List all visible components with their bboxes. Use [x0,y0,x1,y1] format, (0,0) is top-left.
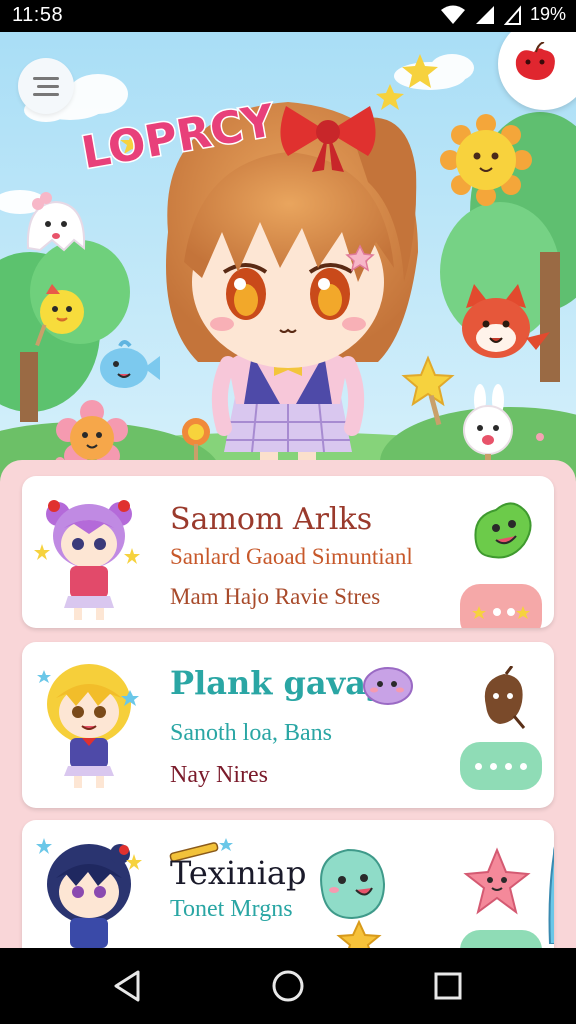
chibi-avatar-navy [36,838,142,948]
status-icons: 19% [440,4,566,25]
list-item-card-3[interactable]: Texiniap Tonet Mrgns [22,820,554,948]
battery-percent: 19% [529,4,566,24]
more-button[interactable] [460,930,542,948]
star-dots-icon [472,606,530,619]
card-title: Texiniap [170,854,307,892]
card-title: Plank gavay [170,664,385,702]
list-item-card-2[interactable]: Plank gavay Sanoth loa, Bans Nay Nires [22,642,554,808]
more-button[interactable] [460,742,542,790]
chibi-avatar-purple [34,500,140,620]
logo-text: LOPRCY [78,95,276,179]
teal-blob-mascot-icon [320,848,386,920]
status-bar: 11:58 19% [0,0,576,32]
card-subtitle: Sanlard Gaoad Simuntianl [170,544,413,569]
hamburger-menu-icon [33,77,59,96]
blue-creature-mascot-icon [548,846,554,944]
yellow-star-icon [336,920,382,948]
menu-button[interactable] [18,58,74,114]
purple-blob-mascot-icon [363,667,413,705]
system-navigation-bar [0,948,576,1024]
home-circle-icon[interactable] [268,966,308,1006]
signal-2-icon [503,4,521,25]
more-button[interactable] [460,584,542,628]
card-subtitle: Sanoth loa, Bans [170,720,332,746]
card-title: Samom Arlks [170,502,373,537]
app-logo: LOPRCY [76,72,280,182]
card-detail: Nay Nires [170,762,268,788]
list-sheet: Samom Arlks Sanlard Gaoad Simuntianl Mam… [0,460,576,948]
app-screen: LOPRCY Samom Arlks Sanlard Gaoad Simunti… [0,32,576,948]
green-cactus-mascot-icon [474,502,532,559]
back-triangle-icon[interactable] [108,966,148,1006]
card-detail: Mam Hajo Ravie Stres [170,584,381,609]
hero-illustration: LOPRCY [0,32,576,572]
chibi-avatar-blonde [37,664,139,788]
pink-starfish-mascot-icon [463,847,531,915]
wifi-icon [440,5,465,24]
list-item-card-1[interactable]: Samom Arlks Sanlard Gaoad Simuntianl Mam… [22,476,554,628]
status-time: 11:58 [12,4,64,26]
red-apple-icon [515,42,555,80]
signal-icon [475,5,494,24]
recents-square-icon[interactable] [428,966,468,1006]
brown-leaf-mascot-icon [484,666,526,729]
card-subtitle: Tonet Mrgns [170,896,293,922]
